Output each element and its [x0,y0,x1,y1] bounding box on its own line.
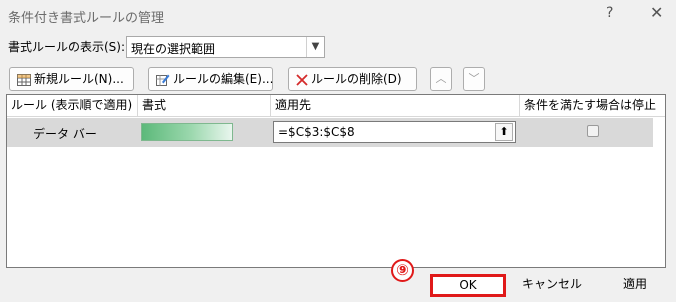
column-header-rule: ルール (表示順で適用) [7,95,138,117]
collapse-dialog-icon[interactable]: ⬆ [495,123,513,141]
table-row[interactable]: データ バー =$C$3:$C$8 ⬆ [7,118,653,147]
chevron-down-icon: ﹀ [468,72,480,85]
rule-name: データ バー [33,127,97,141]
close-icon[interactable]: ✕ [650,3,663,22]
show-rules-dropdown[interactable]: 現在の選択範囲 ▼ [126,36,325,58]
rules-table: ルール (表示順で適用) 書式 適用先 条件を満たす場合は停止 データ バー =… [6,94,666,268]
edit-rule-label: ルールの編集(E)... [173,72,274,86]
apply-button[interactable]: 適用 [599,274,671,297]
title-bar: 条件付き書式ルールの管理 ? ✕ [0,0,676,30]
step-marker: ⑨ [391,259,414,282]
edit-icon [156,74,170,86]
move-up-button[interactable]: ︿ [430,67,452,91]
delete-rule-button[interactable]: ルールの削除(D) [288,67,417,91]
grid-icon [17,73,31,86]
applies-to-value: =$C$3:$C$8 [278,125,355,139]
column-header-applies-to: 適用先 [271,95,520,117]
edit-rule-button[interactable]: ルールの編集(E)... [148,67,273,91]
new-rule-button[interactable]: 新規ルール(N)... [9,67,134,91]
show-rules-value: 現在の選択範囲 [131,42,216,56]
delete-rule-label: ルールの削除(D) [311,72,402,86]
cancel-button[interactable]: キャンセル [513,274,591,297]
chevron-down-icon[interactable]: ▼ [306,37,324,57]
applies-to-field[interactable]: =$C$3:$C$8 ⬆ [273,121,516,143]
column-header-format: 書式 [138,95,271,117]
delete-x-icon [296,73,308,86]
dialog-title: 条件付き書式ルールの管理 [8,11,165,26]
move-down-button[interactable]: ﹀ [463,67,485,91]
show-rules-label: 書式ルールの表示(S): [8,40,126,54]
help-icon[interactable]: ? [606,5,613,21]
column-header-stop-if-true: 条件を満たす場合は停止 [520,95,665,117]
vertical-scrollbar[interactable] [653,117,665,267]
new-rule-label: 新規ルール(N)... [34,72,124,86]
chevron-up-icon: ︿ [435,72,447,85]
ok-button[interactable]: OK [430,274,506,297]
stop-if-true-checkbox[interactable] [587,125,599,137]
format-preview-databar [141,123,233,141]
